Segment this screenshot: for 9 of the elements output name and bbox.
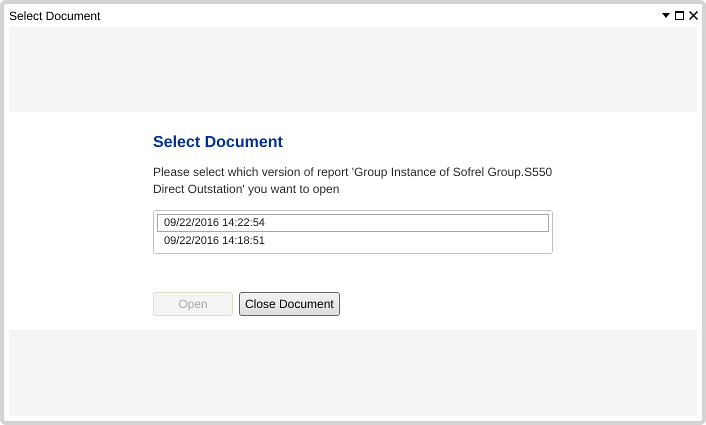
- dialog-heading: Select Document: [153, 133, 284, 153]
- dialog-message: Please select which version of report 'Group Instance of Sofrel Group.S550 Direct Outstation' you want to open: [153, 164, 553, 198]
- close-icon[interactable]: [689, 11, 698, 20]
- maximize-icon[interactable]: [675, 11, 684, 20]
- window-title: Select Document: [9, 8, 100, 24]
- version-item[interactable]: 09/22/2016 14:18:51: [157, 232, 549, 250]
- dropdown-icon[interactable]: [662, 13, 670, 18]
- dialog-button[interactable]: Close Document: [239, 292, 340, 316]
- version-item[interactable]: 09/22/2016 14:22:54: [157, 214, 549, 232]
